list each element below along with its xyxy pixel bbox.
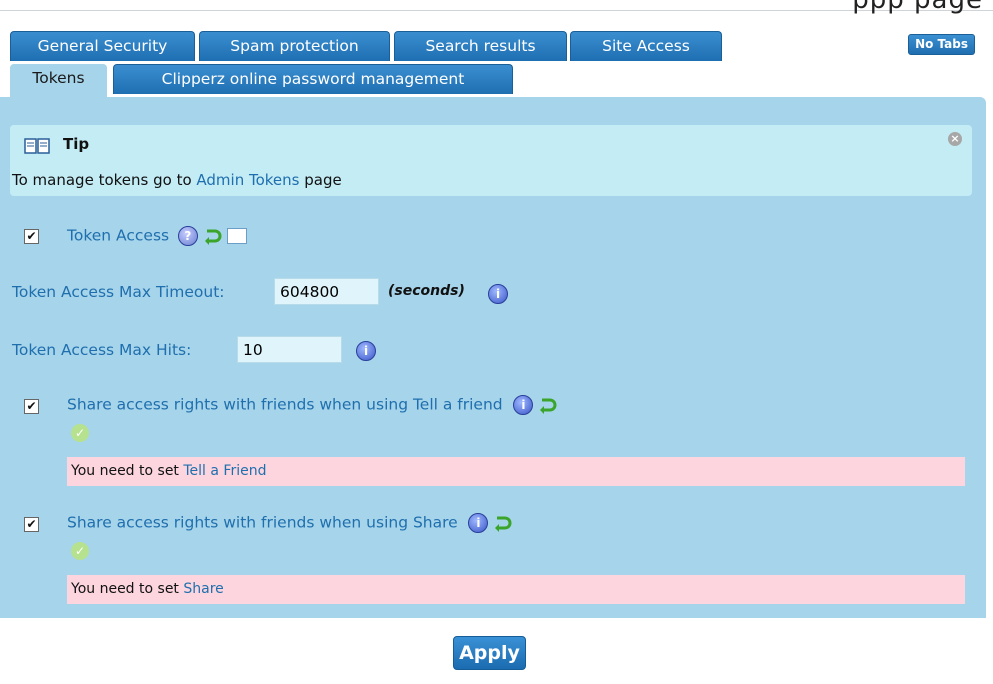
check-circle-icon: ✓ [71,424,89,442]
token-access-row: Token Access ? [67,226,248,246]
share-share-checkbox[interactable]: ✔ [24,517,39,532]
close-icon[interactable]: × [948,132,962,146]
token-access-checkbox[interactable]: ✔ [24,229,39,244]
share-tell-friend-checkbox[interactable]: ✔ [24,399,39,414]
apply-button[interactable]: Apply [453,636,526,670]
warning-prefix: You need to set [71,581,184,597]
tip-text: To manage tokens go to Admin Tokens page [12,171,342,189]
check-circle-icon: ✓ [71,542,89,560]
seconds-unit: (seconds) [388,283,465,299]
tip-title: Tip [63,135,90,153]
tokens-panel: Tip × To manage tokens go to Admin Token… [0,97,986,618]
warning-prefix: You need to set [71,463,184,479]
tip-text-suffix: page [299,171,342,189]
tab-search-results[interactable]: Search results [394,31,567,61]
tab-spam-protection[interactable]: Spam protection [199,31,390,61]
info-icon[interactable]: i [468,513,489,533]
page-title-fragment: ppp page [852,0,983,15]
share-share-row: Share access rights with friends when us… [67,513,513,533]
tab-clipperz[interactable]: Clipperz online password management [113,64,513,94]
list-icon[interactable] [227,228,248,244]
info-icon[interactable]: i [356,341,376,361]
share-link[interactable]: Share [183,581,223,597]
share-share-label[interactable]: Share access rights with friends when us… [67,514,458,532]
tab-tokens[interactable]: Tokens [10,64,107,97]
reset-icon[interactable] [538,396,558,414]
share-tell-friend-row: Share access rights with friends when us… [67,395,558,415]
help-icon[interactable]: ? [177,226,198,246]
top-divider [0,10,993,11]
tell-a-friend-link[interactable]: Tell a Friend [183,463,266,479]
no-tabs-button[interactable]: No Tabs [908,34,975,55]
tab-site-access[interactable]: Site Access [570,31,722,61]
token-access-label[interactable]: Token Access [67,227,169,245]
max-timeout-label: Token Access Max Timeout: [12,283,225,301]
share-tell-friend-label[interactable]: Share access rights with friends when us… [67,396,503,414]
reset-icon[interactable] [493,514,513,532]
max-hits-label: Token Access Max Hits: [12,341,192,359]
reset-icon[interactable] [203,227,223,245]
share-warning: You need to set Share [67,575,965,604]
tab-general-security[interactable]: General Security [10,31,195,61]
info-icon[interactable]: i [488,284,508,304]
info-icon[interactable]: i [513,395,534,415]
tell-a-friend-warning: You need to set Tell a Friend [67,457,965,486]
book-icon [24,138,50,154]
max-timeout-input[interactable]: 604800 [274,278,379,305]
max-hits-input[interactable]: 10 [237,336,342,363]
tip-text-prefix: To manage tokens go to [12,171,197,189]
admin-tokens-link[interactable]: Admin Tokens [196,171,299,189]
